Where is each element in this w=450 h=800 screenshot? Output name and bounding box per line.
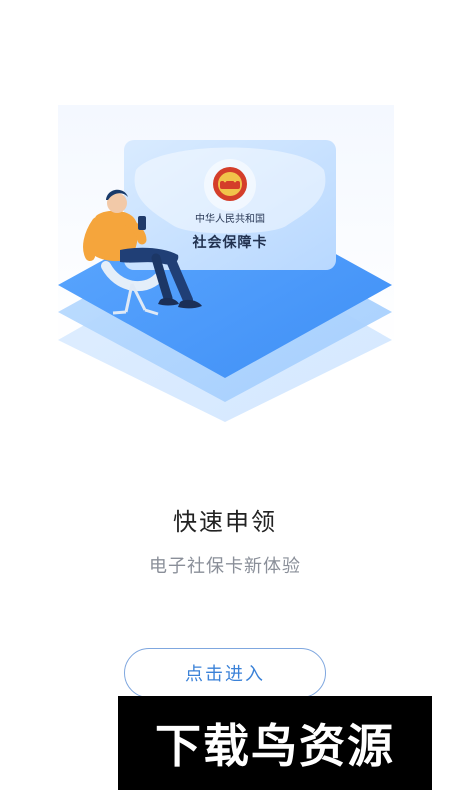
national-emblem-icon (213, 167, 247, 201)
page-subtitle: 电子社保卡新体验 (149, 556, 301, 577)
card-name-text: 社会保障卡 (192, 234, 268, 251)
page-title: 快速申领 (173, 508, 277, 536)
watermark-text: 下载鸟资源 (155, 719, 395, 773)
social-security-card-illustration: 中华人民共和国 社会保障卡 (58, 105, 394, 422)
watermark-banner: 下载鸟资源 (118, 696, 432, 790)
welcome-screen: 中华人民共和国 社会保障卡 快速申领 电子社保卡新体验 点击进入 下载鸟资源 (0, 0, 450, 800)
phone-icon (138, 216, 146, 230)
enter-button[interactable]: 点击进入 (124, 648, 326, 698)
card-country-text: 中华人民共和国 (195, 212, 265, 225)
